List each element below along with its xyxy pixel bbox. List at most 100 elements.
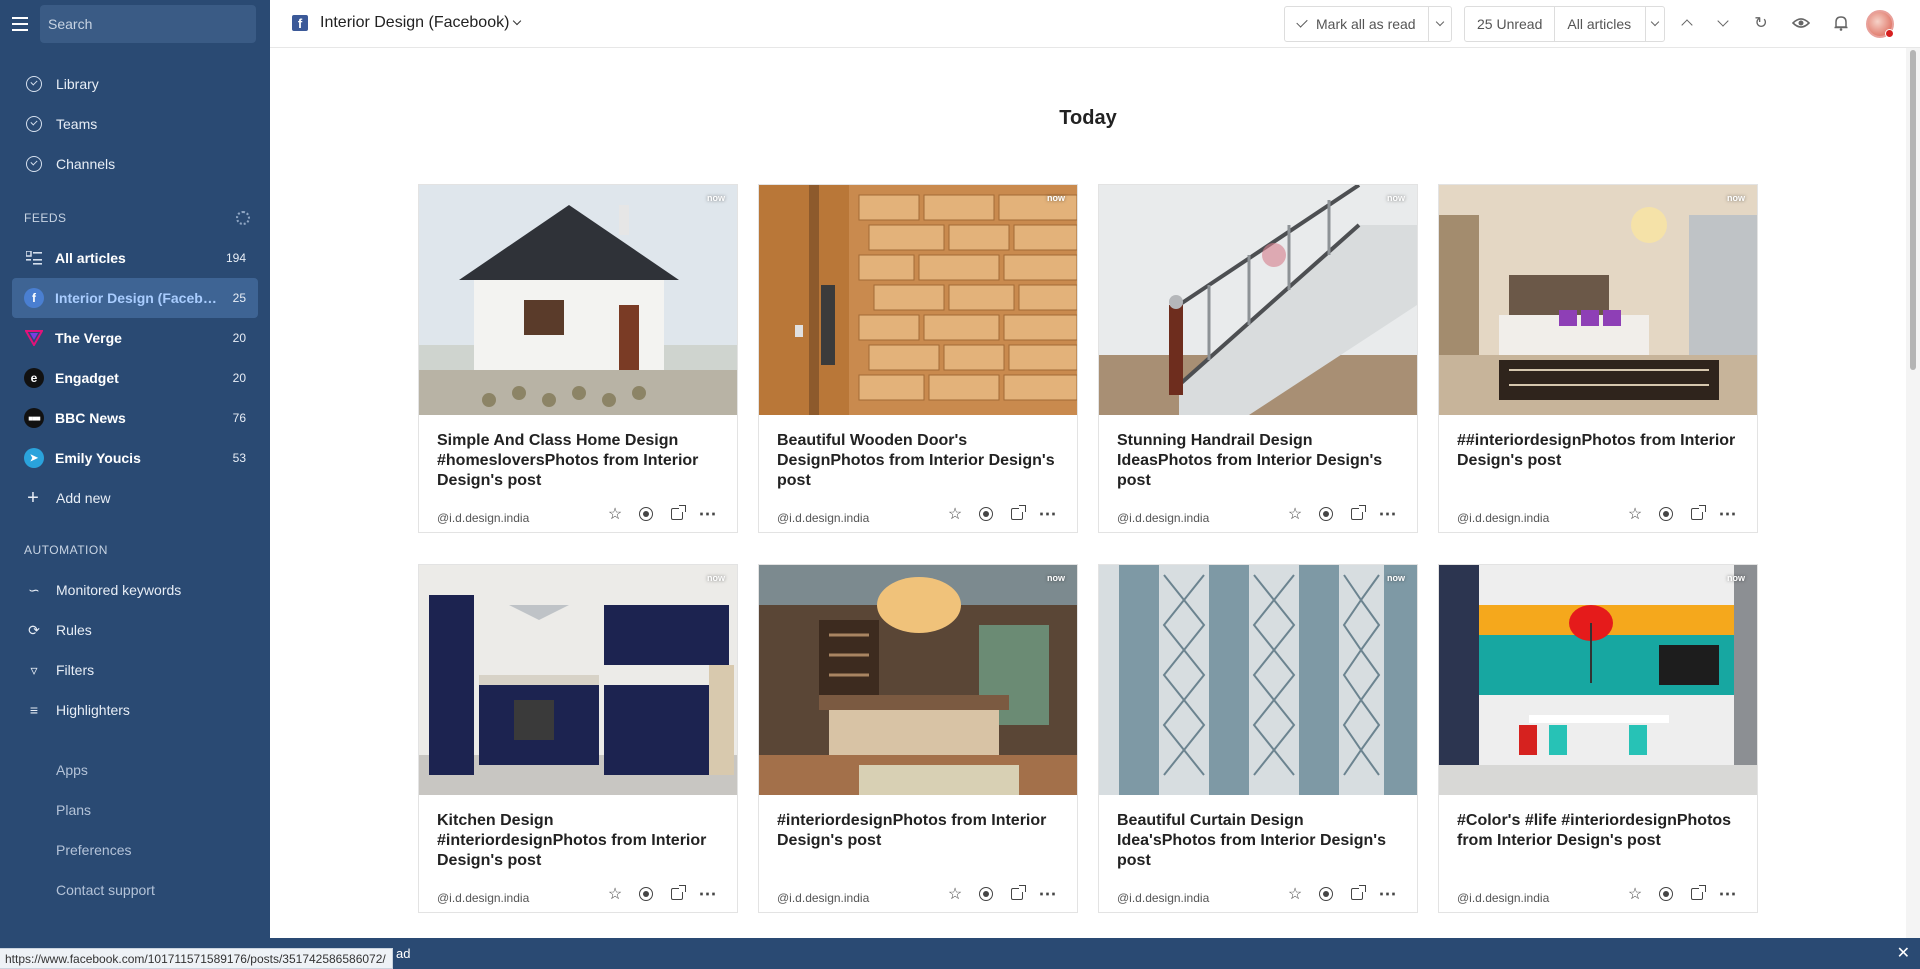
feed-item-the-verge[interactable]: The Verge 20 bbox=[12, 318, 258, 358]
sidebar-item-filters[interactable]: ▿ Filters bbox=[0, 650, 270, 690]
article-card[interactable]: now Beautiful Curtain Design Idea'sPhoto… bbox=[1098, 564, 1418, 913]
external-link-icon[interactable] bbox=[1346, 883, 1368, 905]
article-thumbnail[interactable]: now bbox=[759, 565, 1077, 795]
sidebar-item-highlighters[interactable]: ≡ Highlighters bbox=[0, 690, 270, 730]
star-icon[interactable]: ☆ bbox=[604, 503, 626, 525]
feed-item-emily-youcis[interactable]: ➤ Emily Youcis 53 bbox=[12, 438, 258, 478]
article-thumbnail[interactable]: now bbox=[1099, 185, 1417, 415]
sidebar: Library Teams Channels FEEDS All article… bbox=[0, 0, 270, 969]
scrollbar[interactable] bbox=[1906, 48, 1920, 938]
mark-read-icon[interactable] bbox=[1315, 503, 1337, 525]
chevron-down-icon bbox=[1435, 17, 1444, 27]
external-link-icon[interactable] bbox=[1346, 503, 1368, 525]
footer-link-contact-support[interactable]: Contact support bbox=[0, 870, 270, 910]
mark-read-icon[interactable] bbox=[975, 503, 997, 525]
feed-item-bbc-news[interactable]: ■■■ BBC News 76 bbox=[12, 398, 258, 438]
article-title[interactable]: Simple And Class Home Design #homeslover… bbox=[437, 431, 727, 491]
sidebar-item-label: Rules bbox=[56, 622, 92, 638]
sidebar-item-library[interactable]: Library bbox=[0, 64, 270, 104]
article-card[interactable]: now #interiordesignPhotos from Interior … bbox=[758, 564, 1078, 913]
external-link-icon[interactable] bbox=[1006, 503, 1028, 525]
eye-icon[interactable] bbox=[1790, 12, 1812, 34]
mark-read-icon[interactable] bbox=[1655, 883, 1677, 905]
close-icon[interactable]: ✕ bbox=[1897, 943, 1910, 963]
more-icon[interactable]: ⋯ bbox=[1377, 883, 1399, 905]
footer-link-plans[interactable]: Plans bbox=[0, 790, 270, 830]
article-title[interactable]: ##interiordesignPhotos from Interior Des… bbox=[1457, 431, 1747, 471]
more-icon[interactable]: ⋯ bbox=[1717, 503, 1739, 525]
article-card[interactable]: now #Color's #life #interiordesignPhotos… bbox=[1438, 564, 1758, 913]
article-thumbnail[interactable]: now bbox=[419, 185, 737, 415]
add-new-feed-button[interactable]: + Add new bbox=[0, 478, 270, 518]
star-icon[interactable]: ☆ bbox=[944, 883, 966, 905]
menu-icon[interactable] bbox=[12, 17, 28, 31]
external-link-icon[interactable] bbox=[666, 883, 688, 905]
article-title[interactable]: Beautiful Curtain Design Idea'sPhotos fr… bbox=[1117, 811, 1407, 871]
article-card[interactable]: now Stunning Handrail Design IdeasPhotos… bbox=[1098, 184, 1418, 533]
sidebar-item-monitored-keywords[interactable]: ∽ Monitored keywords bbox=[0, 570, 270, 610]
article-title[interactable]: #Color's #life #interiordesignPhotos fro… bbox=[1457, 811, 1747, 851]
gear-icon[interactable] bbox=[236, 211, 250, 225]
feed-item-all-articles[interactable]: All articles 194 bbox=[12, 238, 258, 278]
previous-article-button[interactable] bbox=[1676, 12, 1698, 34]
all-articles-button[interactable]: All articles bbox=[1554, 7, 1645, 41]
feed-item-engadget[interactable]: e Engadget 20 bbox=[12, 358, 258, 398]
article-title[interactable]: Kitchen Design #interiordesignPhotos fro… bbox=[437, 811, 727, 871]
engadget-icon: e bbox=[24, 368, 44, 388]
feed-title-dropdown[interactable]: f Interior Design (Facebook) bbox=[292, 0, 522, 46]
star-icon[interactable]: ☆ bbox=[1624, 503, 1646, 525]
star-icon[interactable]: ☆ bbox=[1284, 503, 1306, 525]
article-title[interactable]: #interiordesignPhotos from Interior Desi… bbox=[777, 811, 1067, 851]
article-card[interactable]: now Kitchen Design #interiordesignPhotos… bbox=[418, 564, 738, 913]
more-icon[interactable]: ⋯ bbox=[697, 503, 719, 525]
external-link-icon[interactable] bbox=[1686, 503, 1708, 525]
article-card[interactable]: now ##interiordesignPhotos from Interior… bbox=[1438, 184, 1758, 533]
article-title[interactable]: Beautiful Wooden Door's DesignPhotos fro… bbox=[777, 431, 1067, 491]
article-title[interactable]: Stunning Handrail Design IdeasPhotos fro… bbox=[1117, 431, 1407, 491]
feed-item-interior-design[interactable]: f Interior Design (Facebook) 25 bbox=[12, 278, 258, 318]
sidebar-top bbox=[0, 0, 270, 48]
article-card[interactable]: now Simple And Class Home Design #homesl… bbox=[418, 184, 738, 533]
mark-read-icon[interactable] bbox=[975, 883, 997, 905]
sidebar-item-teams[interactable]: Teams bbox=[0, 104, 270, 144]
footer-link-preferences[interactable]: Preferences bbox=[0, 830, 270, 870]
more-icon[interactable]: ⋯ bbox=[1037, 503, 1059, 525]
mark-read-icon[interactable] bbox=[635, 883, 657, 905]
view-filter-options-button[interactable] bbox=[1645, 7, 1664, 41]
article-thumbnail[interactable]: now bbox=[1439, 185, 1757, 415]
sidebar-item-label: Highlighters bbox=[56, 702, 130, 718]
mark-read-options-button[interactable] bbox=[1427, 7, 1451, 41]
scrollbar-thumb[interactable] bbox=[1910, 50, 1916, 370]
star-icon[interactable]: ☆ bbox=[944, 503, 966, 525]
external-link-icon[interactable] bbox=[666, 503, 688, 525]
more-icon[interactable]: ⋯ bbox=[1037, 883, 1059, 905]
unread-count-button[interactable]: 25 Unread bbox=[1465, 7, 1554, 41]
mark-all-read-button[interactable]: Mark all as read bbox=[1285, 7, 1428, 41]
article-card[interactable]: now Beautiful Wooden Door's DesignPhotos… bbox=[758, 184, 1078, 533]
refresh-icon[interactable]: ↻ bbox=[1750, 12, 1772, 34]
mark-read-icon[interactable] bbox=[1655, 503, 1677, 525]
all-articles-label: All articles bbox=[1567, 16, 1632, 32]
external-link-icon[interactable] bbox=[1686, 883, 1708, 905]
more-icon[interactable]: ⋯ bbox=[1377, 503, 1399, 525]
article-thumbnail[interactable]: now bbox=[759, 185, 1077, 415]
sidebar-item-rules[interactable]: ⟳ Rules bbox=[0, 610, 270, 650]
more-icon[interactable]: ⋯ bbox=[697, 883, 719, 905]
search-input[interactable] bbox=[48, 16, 256, 32]
star-icon[interactable]: ☆ bbox=[604, 883, 626, 905]
external-link-icon[interactable] bbox=[1006, 883, 1028, 905]
mark-read-icon[interactable] bbox=[1315, 883, 1337, 905]
more-icon[interactable]: ⋯ bbox=[1717, 883, 1739, 905]
footer-link-apps[interactable]: Apps bbox=[0, 750, 270, 790]
article-thumbnail[interactable]: now bbox=[419, 565, 737, 795]
star-icon[interactable]: ☆ bbox=[1284, 883, 1306, 905]
next-article-button[interactable] bbox=[1712, 12, 1734, 34]
sidebar-item-channels[interactable]: Channels bbox=[0, 144, 270, 184]
article-thumbnail[interactable]: now bbox=[1099, 565, 1417, 795]
bell-icon[interactable] bbox=[1830, 12, 1852, 34]
mark-read-icon[interactable] bbox=[635, 503, 657, 525]
bottom-notification-bar: ad ✕ bbox=[270, 938, 1920, 969]
star-icon[interactable]: ☆ bbox=[1624, 883, 1646, 905]
avatar[interactable] bbox=[1866, 10, 1894, 38]
article-thumbnail[interactable]: now bbox=[1439, 565, 1757, 795]
